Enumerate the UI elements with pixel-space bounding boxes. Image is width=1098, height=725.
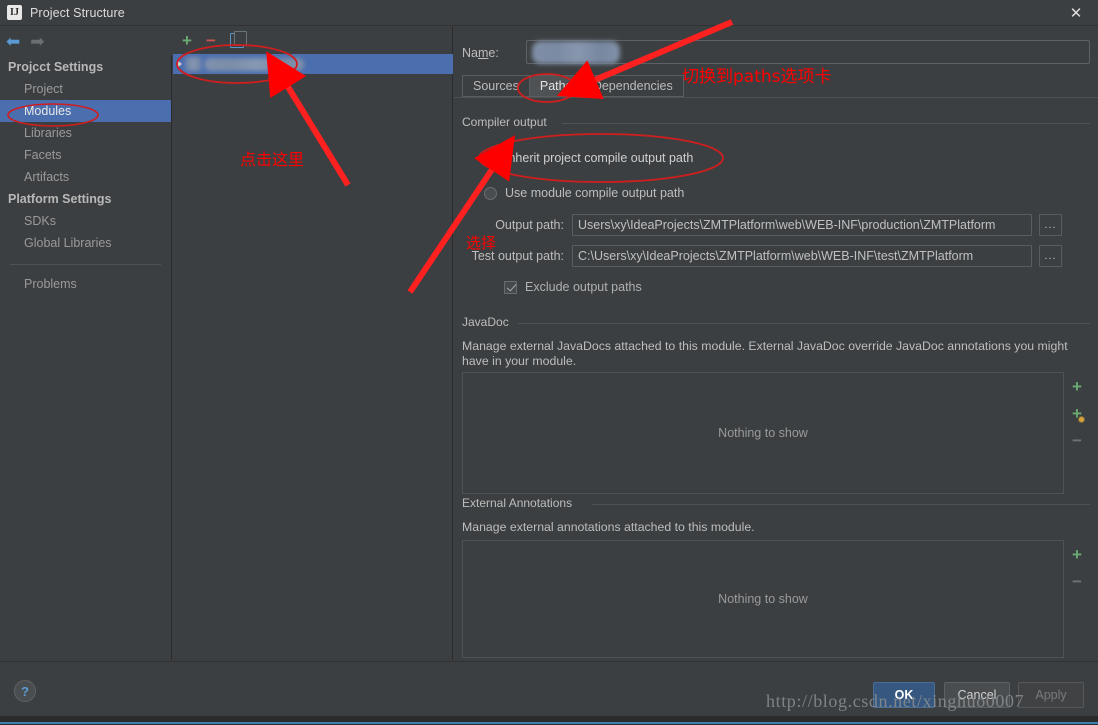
modules-list-panel: + −	[173, 27, 453, 660]
javadoc-empty-text: Nothing to show	[718, 426, 808, 440]
sidebar-item-artifacts[interactable]: Artifacts	[0, 166, 171, 188]
watermark-text: http://blog.csdn.net/xinghuo0007	[766, 691, 1025, 711]
javadoc-description: Manage external JavaDocs attached to thi…	[462, 339, 1068, 368]
sidebar-item-facets[interactable]: Facets	[0, 144, 171, 166]
minus-icon[interactable]: −	[1072, 432, 1082, 449]
annotation-switch-to-paths: 切换到paths选项卡	[682, 67, 832, 87]
tab-sources[interactable]: Sources	[462, 75, 529, 97]
module-icon	[186, 57, 201, 71]
output-path-row: Output path: Users\xy\IdeaProjects\ZMTPl…	[454, 214, 1062, 236]
radio-inherit-project-output[interactable]: Inherit project compile output path	[484, 151, 693, 165]
annotation-click-here: 点击这里	[240, 150, 305, 169]
radio-inherit-label: Inherit project compile output path	[505, 151, 694, 165]
apply-button[interactable]: Apply	[1018, 682, 1084, 708]
external-annotations-divider	[592, 504, 1090, 505]
help-button[interactable]: ?	[14, 680, 36, 702]
radio-use-module-label: Use module compile output path	[505, 186, 685, 200]
sidebar-item-modules[interactable]: Modules	[0, 100, 171, 122]
module-settings-content: Name: Sources Paths Dependencies Compile…	[454, 27, 1098, 660]
external-annotations-title: External Annotations	[462, 496, 579, 510]
radio-selected-icon	[484, 151, 497, 165]
plus-icon[interactable]: +	[182, 32, 192, 49]
exclude-output-paths-row[interactable]: Exclude output paths	[504, 280, 642, 294]
minus-icon[interactable]: −	[206, 32, 216, 49]
external-annotations-empty-text: Nothing to show	[718, 592, 808, 606]
navigation-toolbar: ⬅ ➡	[0, 27, 172, 55]
output-path-input[interactable]: Users\xy\IdeaProjects\ZMTPlatform\web\WE…	[572, 214, 1032, 236]
plus-with-badge-icon[interactable]: +	[1072, 405, 1085, 423]
plus-icon[interactable]: +	[1072, 378, 1082, 395]
arrow-right-icon[interactable]: ➡	[30, 33, 44, 50]
tab-dependencies[interactable]: Dependencies	[581, 75, 684, 97]
module-tabs: Sources Paths Dependencies	[462, 75, 684, 97]
expand-triangle-icon[interactable]	[177, 60, 182, 68]
compiler-output-divider	[562, 123, 1090, 124]
sidebar-item-problems[interactable]: Problems	[0, 273, 171, 295]
exclude-output-paths-label: Exclude output paths	[525, 280, 642, 294]
javadoc-list[interactable]: Nothing to show	[462, 372, 1064, 494]
copy-icon[interactable]	[229, 30, 247, 48]
sidebar-group-platform-settings: Platform Settings	[8, 192, 112, 206]
javadoc-list-buttons: + + −	[1064, 372, 1090, 494]
module-list-item[interactable]	[173, 54, 453, 74]
output-path-label: Output path:	[495, 218, 564, 232]
annotation-select: 选择	[466, 234, 497, 252]
output-path-browse-button[interactable]: ...	[1039, 214, 1062, 236]
javadoc-title: JavaDoc	[462, 315, 515, 329]
title-bar: IJ Project Structure ✕	[0, 0, 1098, 26]
javadoc-divider	[518, 323, 1090, 324]
settings-sidebar: Projcct Settings Project Modules Librari…	[0, 56, 172, 660]
sidebar-item-libraries[interactable]: Libraries	[0, 122, 171, 144]
intellij-idea-icon: IJ	[7, 5, 22, 20]
sidebar-item-project[interactable]: Project	[0, 78, 171, 100]
plus-icon[interactable]: +	[1072, 546, 1082, 563]
radio-use-module-output[interactable]: Use module compile output path	[484, 186, 684, 200]
test-output-path-row: Test output path: C:\Users\xy\IdeaProjec…	[454, 245, 1062, 267]
modules-toolbar: + −	[173, 27, 452, 53]
sidebar-group-project-settings: Projcct Settings	[8, 60, 104, 74]
project-structure-dialog: IJ Project Structure ✕ ⬅ ➡ Projcct Setti…	[0, 0, 1098, 725]
name-label: Name:	[462, 46, 499, 60]
tab-paths[interactable]: Paths	[528, 75, 582, 97]
test-output-path-input[interactable]: C:\Users\xy\IdeaProjects\ZMTPlatform\web…	[572, 245, 1032, 267]
sidebar-item-global-libraries[interactable]: Global Libraries	[0, 232, 171, 254]
compiler-output-title: Compiler output	[462, 115, 553, 129]
external-annotations-list-buttons: + −	[1064, 540, 1090, 658]
bottom-accent-line	[0, 722, 1098, 724]
module-name-value-redacted	[532, 41, 620, 64]
external-annotations-description: Manage external annotations attached to …	[462, 520, 755, 534]
test-output-path-browse-button[interactable]: ...	[1039, 245, 1062, 267]
window-title: Project Structure	[30, 5, 125, 20]
sidebar-item-sdks[interactable]: SDKs	[0, 210, 171, 232]
module-name-redacted	[204, 57, 304, 71]
minus-icon[interactable]: −	[1072, 573, 1082, 590]
close-icon[interactable]: ✕	[1054, 0, 1098, 26]
sidebar-divider	[10, 264, 161, 265]
arrow-left-icon[interactable]: ⬅	[6, 33, 20, 50]
checkbox-checked-icon	[504, 280, 517, 294]
tab-underline	[454, 97, 1098, 98]
radio-unselected-icon	[484, 186, 497, 200]
external-annotations-list[interactable]: Nothing to show	[462, 540, 1064, 658]
